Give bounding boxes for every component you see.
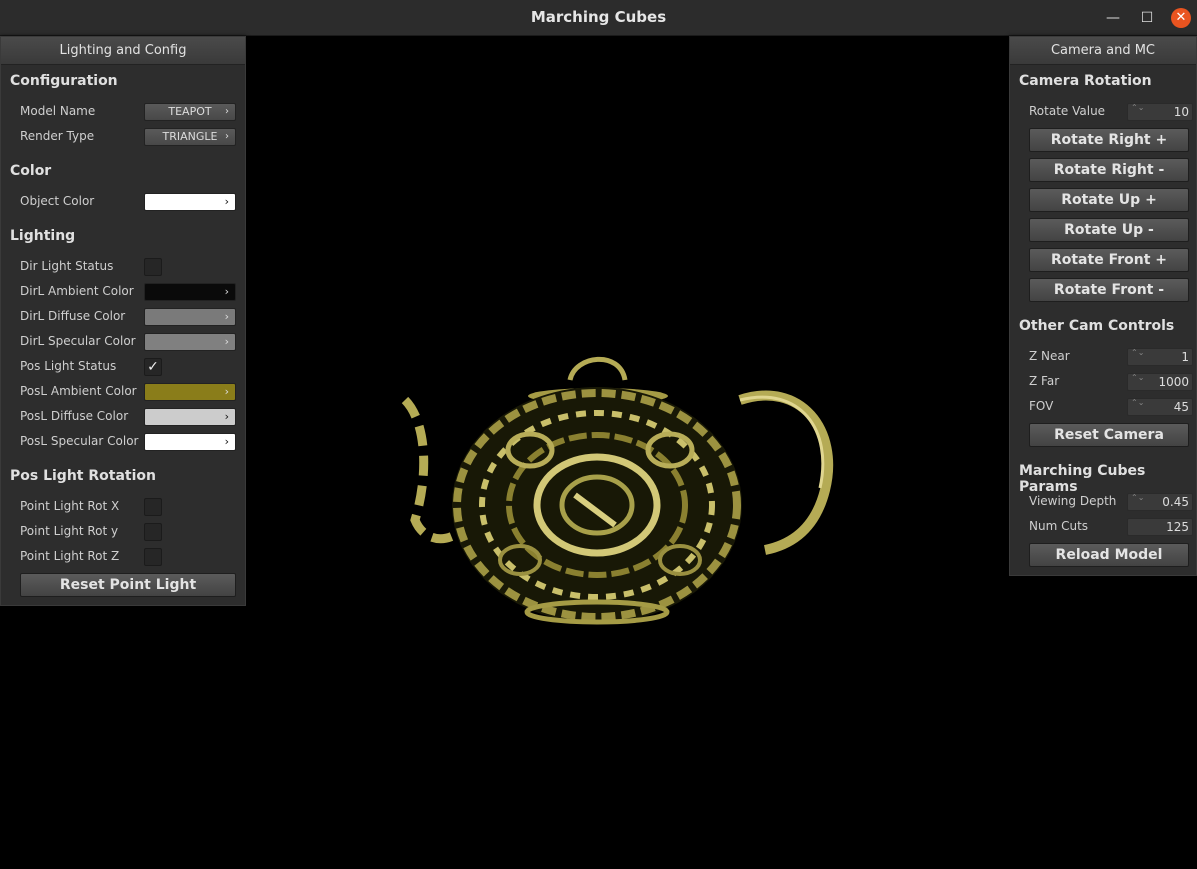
rotate-up-plus-button[interactable]: Rotate Up + xyxy=(1029,188,1189,212)
chevron-right-icon: › xyxy=(224,410,229,423)
spin-arrows-icon: ⌃⌄ xyxy=(1131,103,1145,112)
posl-ambient-color-picker[interactable]: › xyxy=(144,383,236,401)
spin-arrows-icon: ⌃⌄ xyxy=(1131,493,1145,502)
right-panel: Camera and MC Camera Rotation Rotate Val… xyxy=(1009,36,1197,576)
num-cuts-label: Num Cuts xyxy=(1029,519,1089,533)
z-near-label: Z Near xyxy=(1029,349,1070,363)
dirl-specular-color-picker[interactable]: › xyxy=(144,333,236,351)
posl-ambient-label: PosL Ambient Color xyxy=(20,384,137,398)
point-light-rot-y-label: Point Light Rot y xyxy=(20,524,119,538)
rotate-up-minus-button[interactable]: Rotate Up - xyxy=(1029,218,1189,242)
pos-light-rotation-heading: Pos Light Rotation xyxy=(10,468,156,484)
reload-model-button[interactable]: Reload Model xyxy=(1029,543,1189,567)
num-cuts-field[interactable]: 125 xyxy=(1127,518,1193,536)
z-far-spinner[interactable]: ⌃⌄ 1000 xyxy=(1127,373,1193,391)
point-light-rot-x-checkbox[interactable] xyxy=(144,498,162,516)
rotate-right-plus-button[interactable]: Rotate Right + xyxy=(1029,128,1189,152)
z-far-label: Z Far xyxy=(1029,374,1060,388)
point-light-rot-x-label: Point Light Rot X xyxy=(20,499,120,513)
pos-light-status-checkbox[interactable]: ✓ xyxy=(144,358,162,376)
z-far-value: 1000 xyxy=(1158,375,1189,389)
point-light-rot-y-checkbox[interactable] xyxy=(144,523,162,541)
chevron-right-icon: › xyxy=(224,195,229,208)
rotate-value: 10 xyxy=(1173,105,1189,119)
dirl-ambient-label: DirL Ambient Color xyxy=(20,284,134,298)
render-type-label: Render Type xyxy=(20,129,95,143)
left-panel: Lighting and Config Configuration Model … xyxy=(0,36,246,606)
lighting-heading: Lighting xyxy=(10,228,76,244)
posl-diffuse-color-picker[interactable]: › xyxy=(144,408,236,426)
rotate-right-minus-button[interactable]: Rotate Right - xyxy=(1029,158,1189,182)
posl-diffuse-label: PosL Diffuse Color xyxy=(20,409,129,423)
chevron-right-icon: › xyxy=(224,435,229,448)
marching-cubes-params-heading: Marching Cubes Params xyxy=(1019,463,1146,495)
object-color-label: Object Color xyxy=(20,194,95,208)
z-near-value: 1 xyxy=(1181,350,1189,364)
camera-rotation-heading: Camera Rotation xyxy=(1019,73,1152,89)
pos-light-status-label: Pos Light Status xyxy=(20,359,117,373)
other-cam-controls-heading: Other Cam Controls xyxy=(1019,318,1175,334)
chevron-right-icon: › xyxy=(224,285,229,298)
chevron-right-icon: › xyxy=(224,335,229,348)
model-name-label: Model Name xyxy=(20,104,96,118)
rotate-value-spinner[interactable]: ⌃⌄ 10 xyxy=(1127,103,1193,121)
right-panel-header[interactable]: Camera and MC xyxy=(1010,37,1196,65)
render-type-select[interactable]: TRIANGLE › xyxy=(144,128,236,146)
left-panel-header[interactable]: Lighting and Config xyxy=(1,37,245,65)
z-near-spinner[interactable]: ⌃⌄ 1 xyxy=(1127,348,1193,366)
rotate-value-label: Rotate Value xyxy=(1029,104,1106,118)
point-light-rot-z-label: Point Light Rot Z xyxy=(20,549,120,563)
chevron-right-icon: › xyxy=(225,106,229,117)
dirl-ambient-color-picker[interactable]: › xyxy=(144,283,236,301)
check-icon: ✓ xyxy=(147,359,159,375)
render-type-value: TRIANGLE xyxy=(162,130,218,143)
fov-label: FOV xyxy=(1029,399,1054,413)
chevron-right-icon: › xyxy=(225,131,229,142)
viewing-depth-spinner[interactable]: ⌃⌄ 0.45 xyxy=(1127,493,1193,511)
model-name-select[interactable]: TEAPOT › xyxy=(144,103,236,121)
point-light-rot-z-checkbox[interactable] xyxy=(144,548,162,566)
rotate-front-minus-button[interactable]: Rotate Front - xyxy=(1029,278,1189,302)
configuration-heading: Configuration xyxy=(10,73,118,89)
dirl-specular-label: DirL Specular Color xyxy=(20,334,136,348)
teapot-model xyxy=(401,356,834,625)
posl-specular-label: PosL Specular Color xyxy=(20,434,139,448)
rotate-front-plus-button[interactable]: Rotate Front + xyxy=(1029,248,1189,272)
chevron-right-icon: › xyxy=(224,310,229,323)
posl-specular-color-picker[interactable]: › xyxy=(144,433,236,451)
object-color-picker[interactable]: › xyxy=(144,193,236,211)
chevron-right-icon: › xyxy=(224,385,229,398)
fov-spinner[interactable]: ⌃⌄ 45 xyxy=(1127,398,1193,416)
model-name-value: TEAPOT xyxy=(168,105,212,118)
reset-camera-button[interactable]: Reset Camera xyxy=(1029,423,1189,447)
spin-arrows-icon: ⌃⌄ xyxy=(1131,398,1145,407)
dirl-diffuse-color-picker[interactable]: › xyxy=(144,308,236,326)
spin-arrows-icon: ⌃⌄ xyxy=(1131,373,1145,382)
dir-light-status-checkbox[interactable] xyxy=(144,258,162,276)
color-heading: Color xyxy=(10,163,52,179)
viewing-depth-label: Viewing Depth xyxy=(1029,494,1117,508)
spin-arrows-icon: ⌃⌄ xyxy=(1131,348,1145,357)
reset-point-light-button[interactable]: Reset Point Light xyxy=(20,573,236,597)
dirl-diffuse-label: DirL Diffuse Color xyxy=(20,309,126,323)
dir-light-status-label: Dir Light Status xyxy=(20,259,114,273)
fov-value: 45 xyxy=(1173,400,1189,414)
viewing-depth-value: 0.45 xyxy=(1162,495,1189,509)
